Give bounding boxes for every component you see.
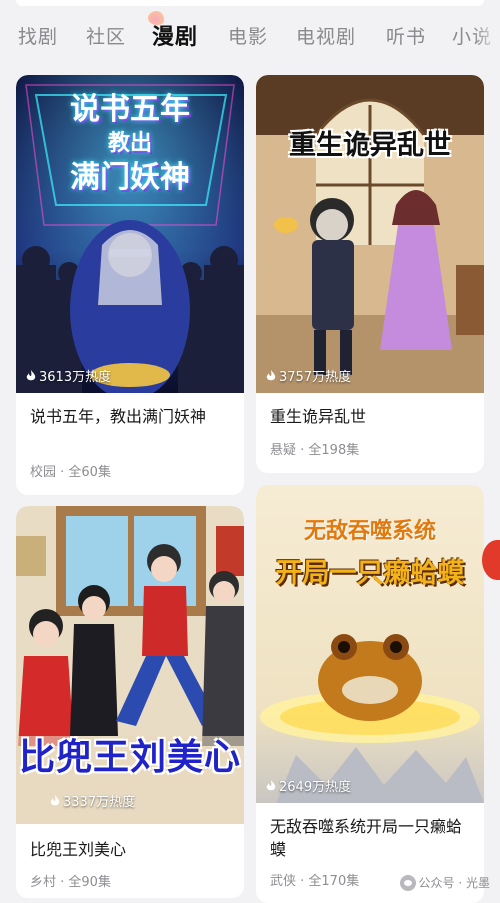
heat-badge: 2649万热度 [266,776,351,795]
flame-icon [266,369,276,380]
drama-meta: 乡村 · 全90集 [30,875,111,890]
previous-card-edge [16,0,484,6]
drama-title[interactable]: 说书五年，教出满门妖神 [30,405,232,428]
drama-card[interactable]: 比兜王刘美心 3337万热度 比兜王刘美心 乡村 · 全90集 [16,506,244,898]
poster-title: 开局一只癞蛤蟆 [275,558,465,589]
poster-image[interactable]: 比兜王刘美心 3337万热度 [16,506,244,824]
poster-title-line: 满门妖神 [70,160,190,195]
heat-value: 3337万热度 [63,795,136,810]
tab-comic-drama[interactable]: 漫剧 [148,11,199,51]
flame-icon [266,779,276,790]
drama-card[interactable]: 说书五年 教出 满门妖神 3613万热度 说书五年，教出满门妖神 校园 · 全6… [16,75,244,495]
tab-find-drama[interactable]: 找剧 [18,22,58,49]
tab-community[interactable]: 社区 [86,22,126,49]
poster-title-line: 说书五年 [70,92,190,127]
tab-audiobook[interactable]: 听书 [386,22,426,49]
poster-image[interactable]: 重生诡异乱世 3757万热度 [256,75,484,393]
drama-meta: 武侠 · 全170集 [270,874,360,889]
drama-card[interactable]: 无敌吞噬系统 开局一只癞蛤蟆 2649万热度 无敌吞噬系统开局一只癞蛤蟆 武侠 … [256,485,484,903]
heat-badge: 3613万热度 [26,366,111,385]
poster-image[interactable]: 无敌吞噬系统 开局一只癞蛤蟆 2649万热度 [256,485,484,803]
heat-value: 3757万热度 [279,370,352,385]
drama-title[interactable]: 比兜王刘美心 [30,838,232,861]
floating-red-widget[interactable] [482,540,500,580]
tab-tv-series[interactable]: 电视剧 [296,22,356,49]
wechat-icon [399,874,416,891]
flame-icon [26,369,36,380]
active-tab-decoration [148,11,166,25]
poster-title: 说书五年 教出 满门妖神 [16,93,244,195]
drama-title[interactable]: 无敌吞噬系统开局一只癞蛤蟆 [270,815,472,861]
watermark-text: 公众号 · 光墨 [418,876,490,890]
poster-title-line: 教出 [107,131,152,156]
poster-title-small: 无敌吞噬系统 [303,519,436,544]
category-tabs: 找剧 社区 漫剧 电影 电视剧 听书 小说 [0,11,500,62]
tab-comic-drama-label: 漫剧 [152,25,199,50]
drama-card[interactable]: 重生诡异乱世 3757万热度 重生诡异乱世 悬疑 · 全198集 [256,75,484,473]
heat-value: 3613万热度 [39,370,112,385]
tabs-fade [474,18,500,58]
watermark: 公众号 · 光墨 [399,874,490,891]
drama-meta: 校园 · 全60集 [30,465,111,480]
poster-image[interactable]: 说书五年 教出 满门妖神 3613万热度 [16,75,244,393]
heat-badge: 3757万热度 [266,366,351,385]
heat-badge: 3337万热度 [50,791,135,810]
heat-value: 2649万热度 [279,780,352,795]
flame-icon [50,794,60,805]
drama-meta: 悬疑 · 全198集 [270,443,360,458]
poster-title: 比兜王刘美心 [18,737,241,778]
drama-title[interactable]: 重生诡异乱世 [270,405,472,428]
tab-movie[interactable]: 电影 [228,22,268,49]
poster-title: 重生诡异乱世 [289,130,451,161]
